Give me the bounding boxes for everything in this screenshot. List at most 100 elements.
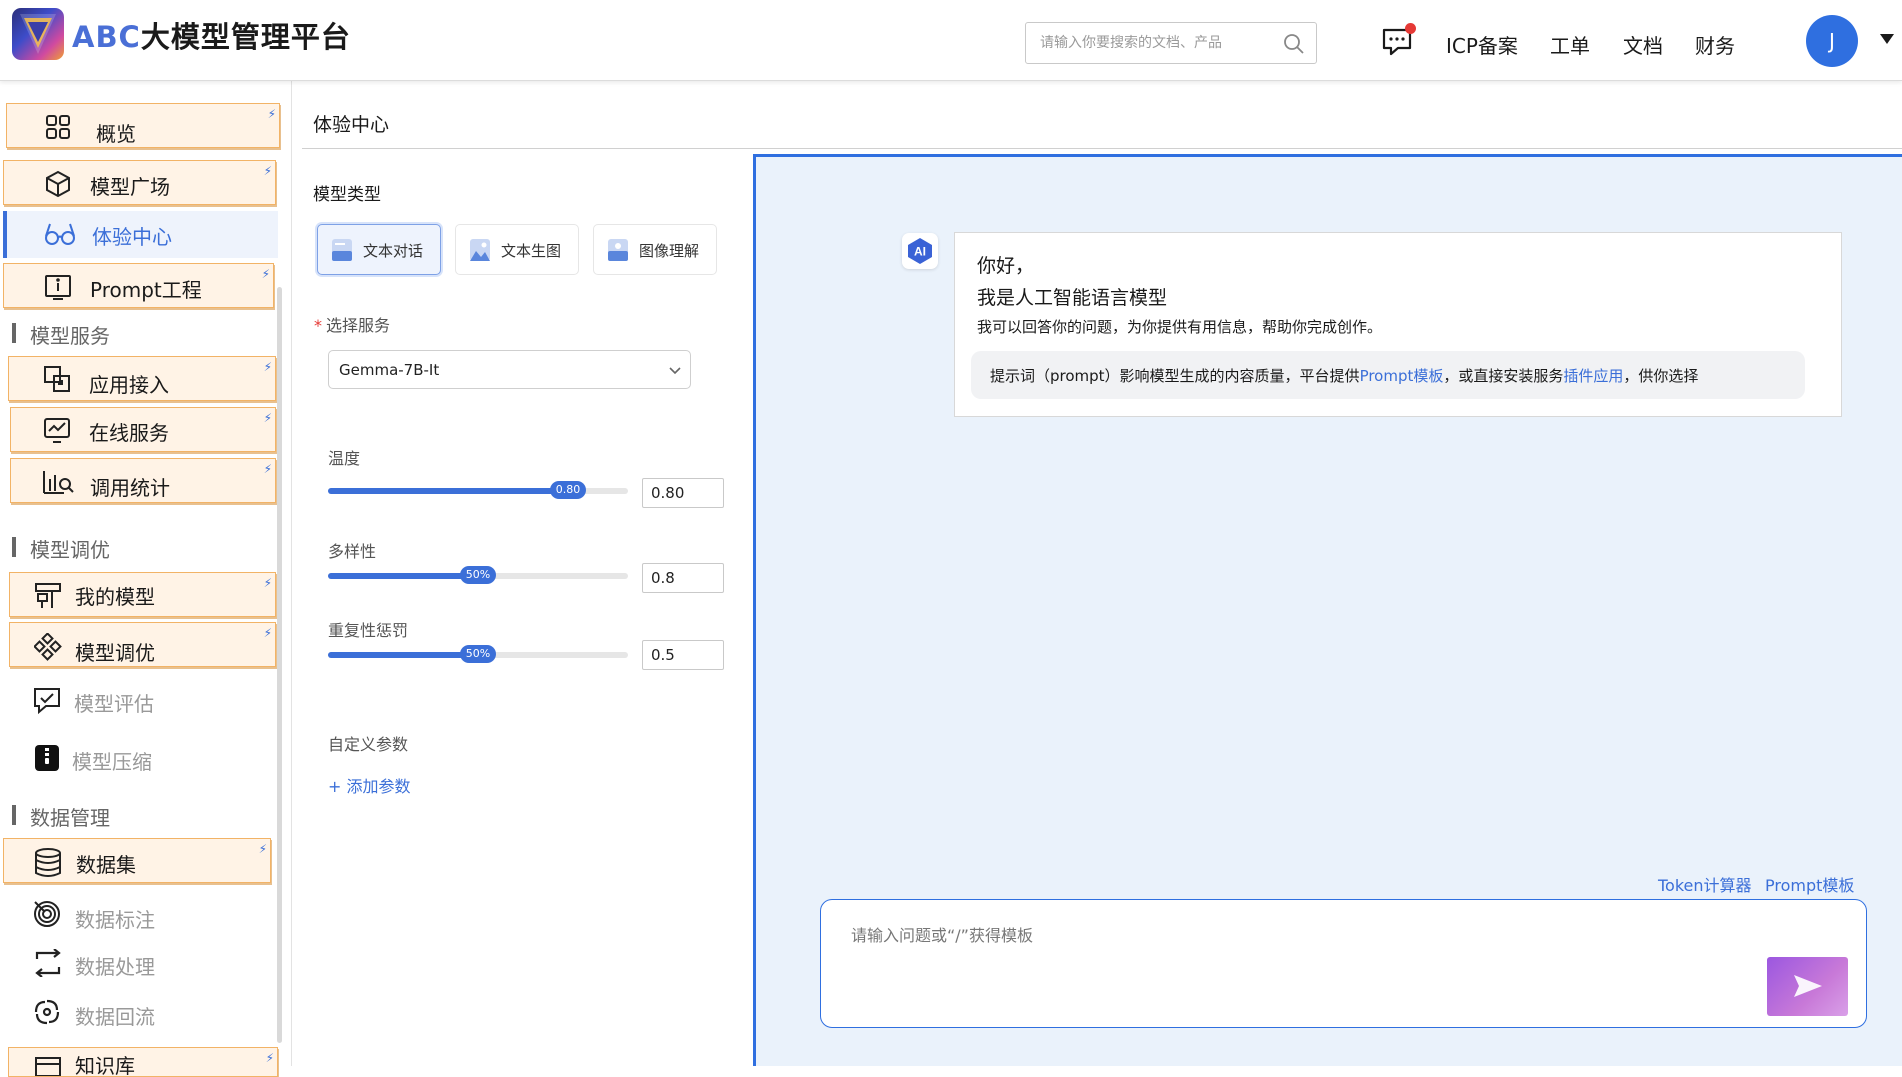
search-input[interactable]	[1040, 31, 1270, 55]
ai-badge-text: AI	[914, 245, 926, 259]
chat-input[interactable]	[851, 922, 1711, 982]
image-scan-icon	[606, 237, 630, 263]
sidebar-item-label: 数据回流	[75, 1005, 155, 1029]
greeting-line-1: 你好，	[977, 255, 1035, 277]
send-button[interactable]	[1767, 957, 1848, 1016]
pin-icon: ⚡	[263, 164, 272, 178]
sidebar-item-experience-center[interactable]: 体验中心	[3, 211, 278, 258]
sidebar-item-model-compression[interactable]: 模型压缩	[9, 735, 276, 780]
sidebar-item-data-labeling[interactable]: 数据标注	[9, 892, 276, 937]
sidebar-item-model-evaluation[interactable]: 模型评估	[9, 677, 276, 722]
sidebar-item-my-models[interactable]: 我的模型 ⚡	[9, 572, 276, 617]
type-image-understanding-button[interactable]: 图像理解	[593, 224, 717, 275]
sidebar-item-label: 数据标注	[75, 908, 155, 932]
nodes-icon	[34, 633, 62, 661]
prompt-template-tool-link[interactable]: Prompt模板	[1765, 872, 1854, 896]
chevron-down-icon[interactable]	[1880, 34, 1894, 44]
sidebar-item-model-tuning[interactable]: 模型调优 ⚡	[9, 622, 276, 667]
sidebar-item-data-backflow[interactable]: 数据回流	[9, 989, 276, 1034]
add-param-button[interactable]: + 添加参数	[328, 773, 411, 797]
model-type-label: 模型类型	[313, 185, 381, 205]
repetition-penalty-input[interactable]	[642, 640, 724, 670]
target-icon	[33, 900, 61, 928]
tip-text: ，供你选择	[1623, 367, 1699, 385]
type-text-chat-button[interactable]: 文本对话	[317, 224, 441, 275]
sidebar-item-label: 概览	[96, 122, 136, 146]
tip-text: 提示词（prompt）影响模型生成的内容质量，平台提供	[990, 367, 1360, 385]
sidebar-item-prompt-engineering[interactable]: Prompt工程 ⚡	[3, 263, 274, 308]
temperature-input[interactable]	[642, 478, 724, 508]
welcome-message: 你好， 我是人工智能语言模型 我可以回答你的问题，为你提供有用信息，帮助你完成创…	[954, 232, 1842, 417]
grid-icon	[45, 114, 71, 140]
swirl-icon	[33, 998, 61, 1026]
chart-search-icon	[42, 469, 74, 495]
diversity-slider[interactable]: 50%	[328, 566, 628, 584]
title-divider	[302, 148, 1902, 149]
sidebar-item-label: Prompt工程	[90, 278, 202, 302]
temperature-slider[interactable]: 0.80	[328, 481, 628, 499]
sidebar-item-online-service[interactable]: 在线服务 ⚡	[10, 407, 276, 452]
monitor-icon	[43, 417, 71, 445]
repetition-penalty-slider[interactable]: 50%	[328, 645, 628, 663]
pin-icon: ⚡	[261, 267, 270, 281]
chevron-down-icon	[668, 363, 682, 377]
zip-icon	[33, 744, 61, 772]
plugin-app-link[interactable]: 插件应用	[1563, 367, 1623, 385]
brand-suffix: 大模型管理平台	[140, 20, 351, 54]
sidebar-item-label: 体验中心	[92, 225, 172, 249]
select-service-text: 选择服务	[326, 316, 391, 335]
pin-icon: ⚡	[263, 411, 272, 425]
sidebar-item-data-processing[interactable]: 数据处理	[9, 940, 276, 985]
search-icon[interactable]	[1282, 32, 1306, 56]
prompt-tip: 提示词（prompt）影响模型生成的内容质量，平台提供Prompt模板，或直接安…	[971, 351, 1805, 399]
sidebar-item-dataset[interactable]: 数据集 ⚡	[3, 838, 271, 883]
sidebar-item-label: 模型广场	[90, 175, 170, 199]
slider-handle[interactable]: 0.80	[550, 481, 586, 499]
chat-composer	[820, 899, 1867, 1028]
tip-text: ，或直接安装服务	[1443, 367, 1564, 385]
slider-handle[interactable]: 50%	[460, 645, 496, 663]
diversity-input[interactable]	[642, 563, 724, 593]
glasses-icon	[44, 221, 76, 247]
chat-doc-icon	[330, 237, 354, 263]
sidebar-item-label: 模型压缩	[72, 750, 152, 774]
ai-avatar: AI	[902, 233, 938, 269]
model-structure-icon	[34, 582, 62, 610]
sidebar-item-label: 模型评估	[74, 692, 154, 716]
app-link-icon	[43, 365, 71, 393]
sidebar-item-overview[interactable]: 概览 ⚡	[6, 103, 280, 148]
sidebar-scrollbar[interactable]	[277, 287, 282, 1043]
cube-icon	[44, 170, 72, 198]
token-calculator-link[interactable]: Token计算器	[1658, 872, 1752, 896]
sidebar-item-knowledge-base[interactable]: 知识库 ⚡	[8, 1047, 278, 1077]
logo-icon	[12, 8, 64, 60]
sidebar-item-label: 知识库	[75, 1054, 135, 1077]
prompt-template-link[interactable]: Prompt模板	[1360, 367, 1444, 385]
nav-ticket[interactable]: 工单	[1550, 30, 1590, 59]
image-doc-icon	[468, 237, 492, 263]
global-search	[1025, 22, 1317, 64]
intro-text: 我可以回答你的问题，为你提供有用信息，帮助你完成创作。	[977, 318, 1383, 336]
pin-icon: ⚡	[263, 576, 272, 590]
sidebar-item-label: 在线服务	[89, 421, 169, 445]
service-select[interactable]: Gemma-7B-It	[328, 350, 691, 389]
slider-fill	[328, 488, 568, 494]
info-board-icon	[44, 274, 72, 300]
nav-icp[interactable]: ICP备案	[1446, 30, 1518, 59]
nav-docs[interactable]: 文档	[1623, 30, 1663, 59]
type-text-to-image-button[interactable]: 文本生图	[455, 224, 579, 275]
sidebar-item-label: 调用统计	[90, 476, 170, 500]
slider-handle[interactable]: 50%	[460, 566, 496, 584]
sidebar-item-app-access[interactable]: 应用接入 ⚡	[8, 356, 276, 401]
user-avatar[interactable]: J	[1806, 15, 1858, 67]
section-model-service: 模型服务	[12, 320, 110, 349]
sidebar-item-model-plaza[interactable]: 模型广场 ⚡	[3, 160, 276, 205]
pin-icon: ⚡	[263, 462, 272, 476]
notification-dot	[1405, 23, 1416, 34]
nav-finance[interactable]: 财务	[1695, 30, 1735, 59]
swap-icon	[33, 949, 63, 977]
brand-title[interactable]: ABC大模型管理平台	[72, 14, 351, 56]
sidebar-item-call-stats[interactable]: 调用统计 ⚡	[10, 458, 276, 503]
ai-logo-icon: AI	[907, 237, 933, 265]
sidebar-item-label: 我的模型	[75, 585, 155, 609]
